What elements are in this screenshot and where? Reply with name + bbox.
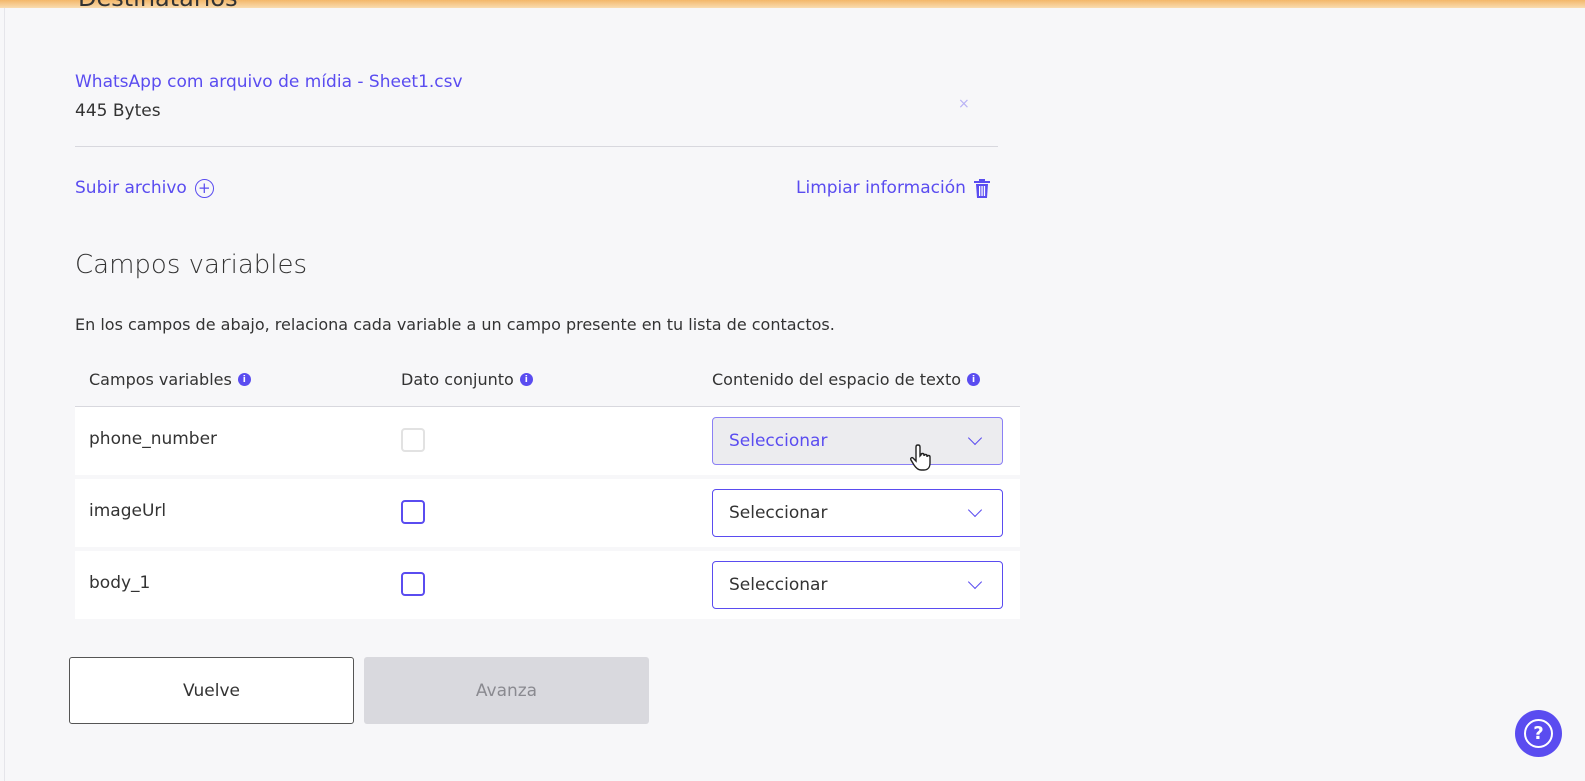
upload-label: Subir archivo [75, 178, 187, 198]
table-row: phone_number Seleccionar [75, 407, 1020, 475]
clear-label: Limpiar información [796, 178, 966, 198]
info-icon[interactable]: i [967, 373, 981, 386]
variable-name: phone_number [89, 429, 218, 449]
question-icon: ? [1524, 719, 1553, 748]
column-header-variables: Campos variables i [89, 370, 251, 389]
section-title: Destinatarios [78, 0, 238, 12]
variables-title: Campos variables [75, 250, 308, 280]
remove-file-icon[interactable]: × [958, 96, 970, 112]
select-value: Seleccionar [729, 431, 828, 451]
plus-circle-icon: + [194, 178, 214, 198]
joint-data-checkbox[interactable] [401, 500, 425, 524]
table-row: imageUrl Seleccionar [75, 479, 1020, 547]
variables-description: En los campos de abajo, relaciona cada v… [75, 315, 835, 334]
file-size: 445 Bytes [75, 101, 161, 121]
column-label: Contenido del espacio de texto [712, 370, 962, 389]
info-icon[interactable]: i [237, 373, 251, 386]
column-header-joint-data: Dato conjunto i [401, 370, 533, 389]
select-value: Seleccionar [729, 575, 828, 595]
trash-icon [973, 178, 990, 198]
variable-name: imageUrl [89, 501, 167, 521]
file-name-link[interactable]: WhatsApp com arquivo de mídia - Sheet1.c… [75, 72, 463, 92]
top-accent-bar [0, 0, 1585, 8]
back-button[interactable]: Vuelve [69, 657, 354, 724]
joint-data-checkbox[interactable] [401, 572, 425, 596]
column-header-text-content: Contenido del espacio de texto i [712, 370, 981, 389]
table-row: body_1 Seleccionar [75, 551, 1020, 619]
next-button[interactable]: Avanza [364, 657, 649, 724]
chevron-down-icon [967, 502, 983, 518]
chevron-down-icon [967, 574, 983, 590]
content-select[interactable]: Seleccionar [712, 561, 1003, 609]
clear-info-button[interactable]: Limpiar información [796, 178, 990, 198]
content-select[interactable]: Seleccionar [712, 489, 1003, 537]
hand-cursor-icon [910, 444, 931, 471]
chevron-down-icon [967, 430, 983, 446]
column-label: Dato conjunto [401, 370, 514, 389]
content-select[interactable]: Seleccionar [712, 417, 1003, 465]
info-icon[interactable]: i [519, 373, 533, 386]
select-value: Seleccionar [729, 503, 828, 523]
left-divider [4, 8, 5, 781]
column-label: Campos variables [89, 370, 232, 389]
joint-data-checkbox[interactable] [401, 428, 425, 452]
variable-name: body_1 [89, 573, 151, 593]
upload-file-button[interactable]: Subir archivo + [75, 178, 214, 198]
help-button[interactable]: ? [1515, 710, 1562, 757]
divider [75, 146, 998, 147]
